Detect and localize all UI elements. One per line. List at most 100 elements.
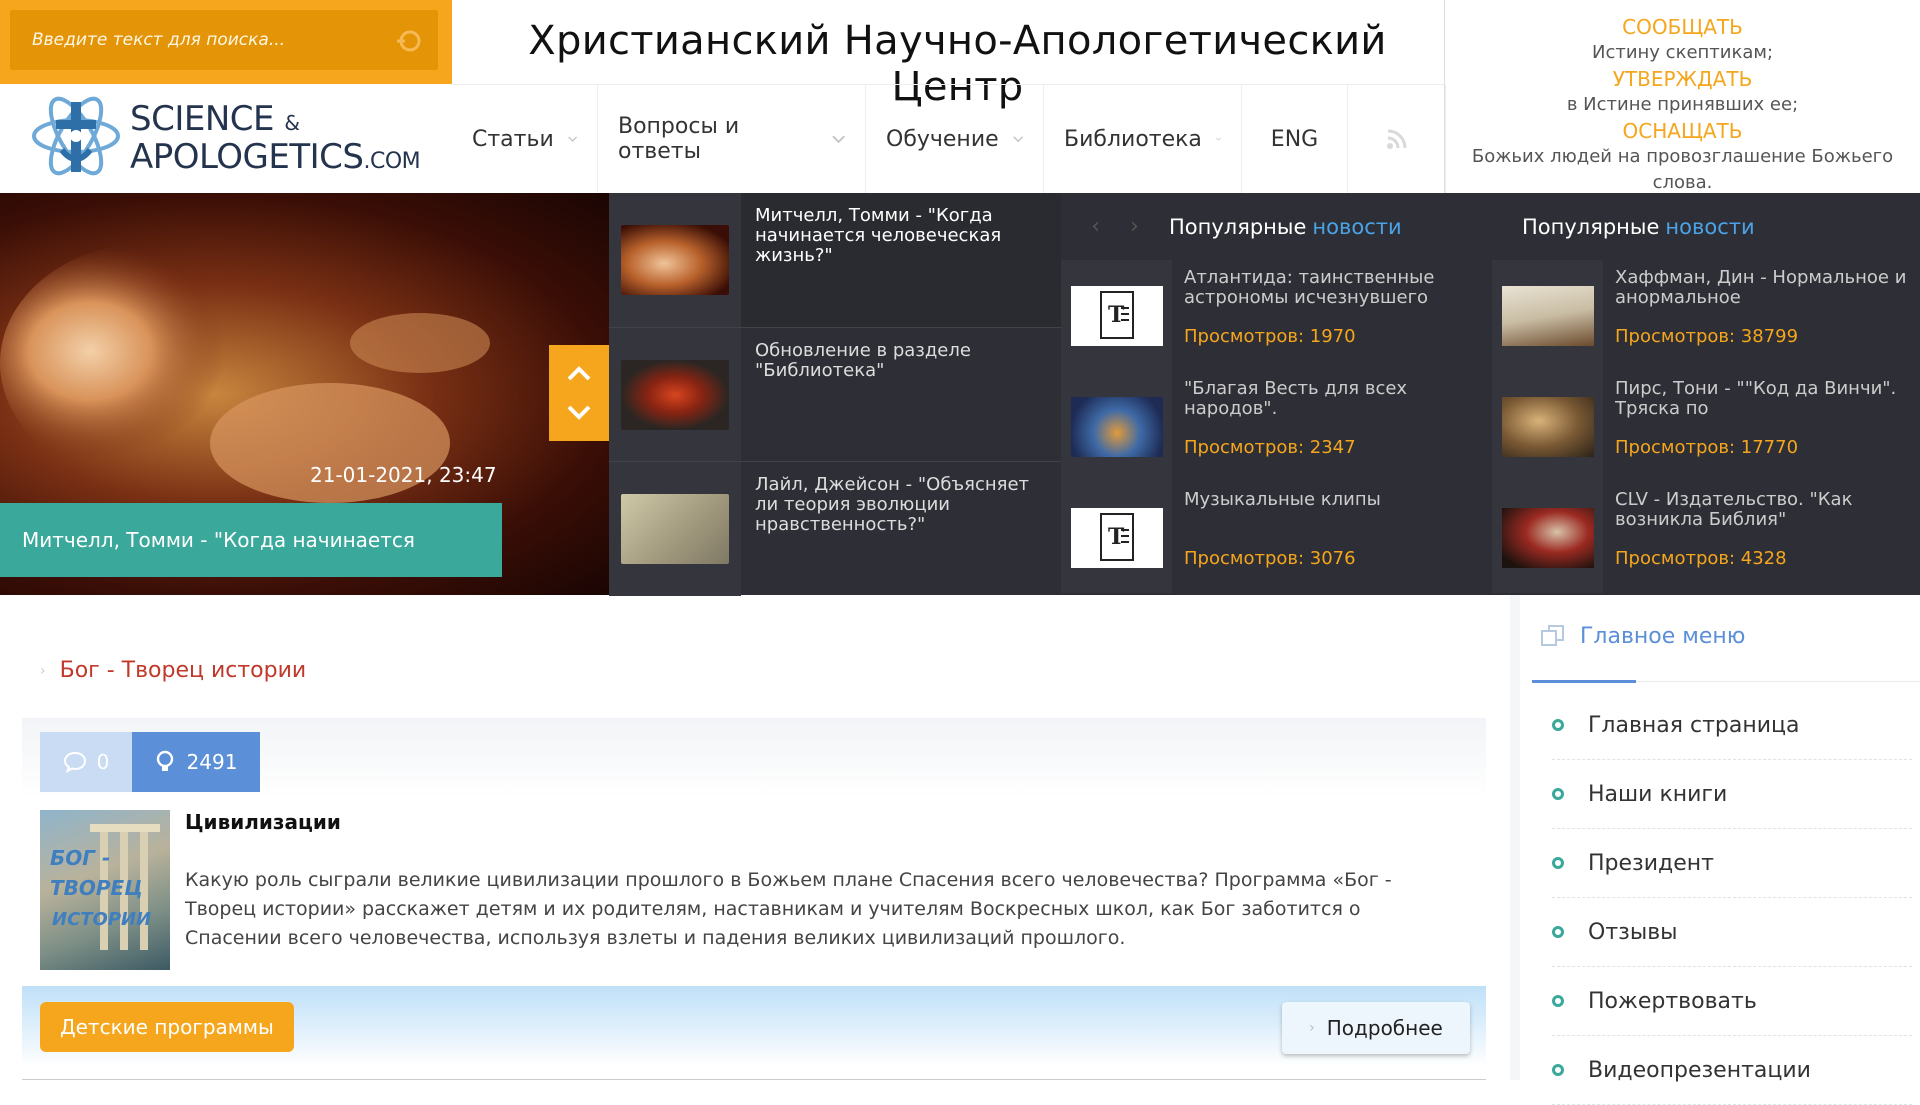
popular-item-views: Просмотров: 4328 [1615,548,1787,569]
bullet-icon [1552,788,1564,800]
slide-date: 21-01-2021, 23:47 [310,463,497,487]
bullet-icon [1552,926,1564,938]
slider-thumb[interactable]: Лайл, Джейсон - "Объясняет ли теория эво… [609,462,1061,596]
thumb-image [621,360,729,430]
chevron-right-icon: › [40,662,46,679]
motto-text: Истину скептикам; [1591,42,1774,63]
comments-count[interactable]: 0 [40,732,132,792]
popular-item-views: Просмотров: 2347 [1184,437,1356,458]
bullet-icon [1552,995,1564,1007]
popular-item[interactable]: Пирс, Тони - ""Код да Винчи". Тряска по … [1492,371,1920,482]
popular-item[interactable]: Хаффман, Дин - Нормальное и анормальное … [1492,260,1920,371]
heading-underline [1532,680,1636,683]
painting-image [1501,507,1594,568]
search-submit-icon[interactable] [394,26,424,56]
slide-caption[interactable]: Митчелл, Томми - "Когда начинается [0,503,502,577]
rss-icon [1386,129,1406,149]
svg-text:ТВОРЕЦ: ТВОРЕЦ [50,876,143,900]
slider-thumbs: Митчелл, Томми - "Когда начинается челов… [609,193,1061,596]
search-input[interactable] [10,10,380,70]
main-menu: Главная страница Наши книги Президент От… [1552,691,1912,1105]
menu-item-home[interactable]: Главная страница [1552,691,1912,760]
nav-item-eng[interactable]: ENG [1242,85,1348,193]
popular-news-column: ‹ › Популярные новости T Атлантида: таинс… [1061,193,1492,595]
logo-text: SCIENCE & APOLOGETICS.COM [130,99,421,177]
slider-thumb[interactable]: Митчелл, Томми - "Когда начинается челов… [609,193,1061,327]
site-logo[interactable]: SCIENCE & APOLOGETICS.COM [28,88,428,188]
atom-cross-logo-icon [32,96,120,176]
post-excerpt: Какую роль сыграли великие цивилизации п… [185,869,1392,949]
post-title[interactable]: Цивилизации [185,810,341,834]
motto-highlight: УТВЕРЖДАТЬ [1612,67,1753,91]
motto-highlight: ОСНАЩАТЬ [1622,119,1743,143]
menu-item-reviews[interactable]: Отзывы [1552,898,1912,967]
breadcrumb-link[interactable]: Бог - Творец истории [60,658,307,683]
nav-item-articles[interactable]: Статьи [452,85,598,193]
popular-item-views: Просмотров: 3076 [1184,548,1356,569]
motto-text: Божьих людей на провозглашение Божьего с… [1471,146,1894,193]
popular-item-title: Хаффман, Дин - Нормальное и анормальное [1615,268,1907,308]
menu-item-president[interactable]: Президент [1552,829,1912,898]
popular-item-title: CLV - Издательство. "Как возникла Библия… [1615,490,1853,530]
popular-item-views: Просмотров: 1970 [1184,326,1356,347]
popular-item-title: Атлантида: таинственные астрономы исчезн… [1184,268,1435,308]
post-footer: Детские программы › Подробнее [22,986,1486,1066]
nav-item-qa[interactable]: Вопросы и ответы [598,85,866,193]
popular-item-views: Просмотров: 17770 [1615,437,1799,458]
popular-item-title: "Благая Весть для всех народов". [1184,379,1408,419]
nav-item-library[interactable]: Библиотека [1044,85,1242,193]
menu-item-videos[interactable]: Видеопрезентации [1552,1036,1912,1105]
menu-item-books[interactable]: Наши книги [1552,760,1912,829]
chevron-right-icon[interactable]: › [1130,214,1139,239]
text-document-icon: T [1070,507,1163,568]
rss-link[interactable] [1348,85,1446,193]
search-field-wrap [10,10,438,70]
chevron-down-icon [567,136,577,142]
slider-arrows [549,345,609,441]
post-thumbnail[interactable]: БОГ - ТВОРЕЦ ИСТОРИИ [40,810,170,970]
popular-nav-arrows: ‹ › [1061,193,1169,260]
site-header: Христианский Научно-Апологетический Цент… [0,0,1920,193]
menu-item-donate[interactable]: Пожертвовать [1552,967,1912,1036]
featured-slider[interactable]: 21-01-2021, 23:47 Митчелл, Томми - "Когд… [0,193,609,595]
chevron-down-icon[interactable] [567,405,591,420]
sidebar: Главное меню Главная страница Наши книги… [1510,595,1920,1105]
search-box [0,0,452,84]
svg-text:БОГ -: БОГ - [50,846,110,870]
category-button[interactable]: Детские программы [40,1002,294,1052]
thumb-image [621,494,729,564]
popular-item[interactable]: T Атлантида: таинственные астрономы исче… [1061,260,1490,371]
post-stats: 0 2491 [40,732,260,792]
globe-image [1070,396,1163,457]
popular-heading: Популярные новости [1522,214,1755,239]
thumb-title: Лайл, Джейсон - "Объясняет ли теория эво… [755,474,1030,535]
read-more-button[interactable]: › Подробнее [1282,1002,1470,1054]
popular-item-views: Просмотров: 38799 [1615,326,1799,347]
main-nav: Статьи Вопросы и ответы Обучение Библиот… [452,85,1446,193]
thumb-title: Обновление в разделе "Библиотека" [755,340,971,381]
slider-thumb[interactable]: Обновление в разделе "Библиотека" [609,328,1061,462]
motto-highlight: СООБЩАТЬ [1622,15,1743,39]
chevron-down-icon [1012,136,1023,143]
comment-icon [63,751,86,773]
bullet-icon [1552,857,1564,869]
text-document-icon: T [1070,285,1163,346]
book-image [1501,285,1594,346]
popular-news-column: Популярные новости Хаффман, Дин - Нормаль… [1492,193,1920,595]
popular-item[interactable]: CLV - Издательство. "Как возникла Библия… [1492,482,1920,593]
views-count: 2491 [132,732,260,792]
bullet-icon [1552,1064,1564,1076]
breadcrumb: › Бог - Творец истории [40,658,306,683]
windows-icon [1541,625,1564,646]
chevron-down-icon [1216,137,1221,141]
nav-item-learning[interactable]: Обучение [866,85,1044,193]
site-motto: СООБЩАТЬ Истину скептикам; УТВЕРЖДАТЬ в … [1444,0,1920,193]
site-title: Христианский Научно-Апологетический Цент… [528,18,1387,110]
chevron-left-icon[interactable]: ‹ [1091,214,1100,239]
popular-item[interactable]: "Благая Весть для всех народов". Просмот… [1061,371,1490,482]
chevron-right-icon: › [1309,1020,1315,1036]
popular-item[interactable]: T Музыкальные клипы Просмотров: 3076 [1061,482,1490,593]
popular-item-title: Музыкальные клипы [1184,490,1381,510]
chevron-up-icon[interactable] [567,366,591,381]
svg-text:ИСТОРИИ: ИСТОРИИ [52,909,151,930]
